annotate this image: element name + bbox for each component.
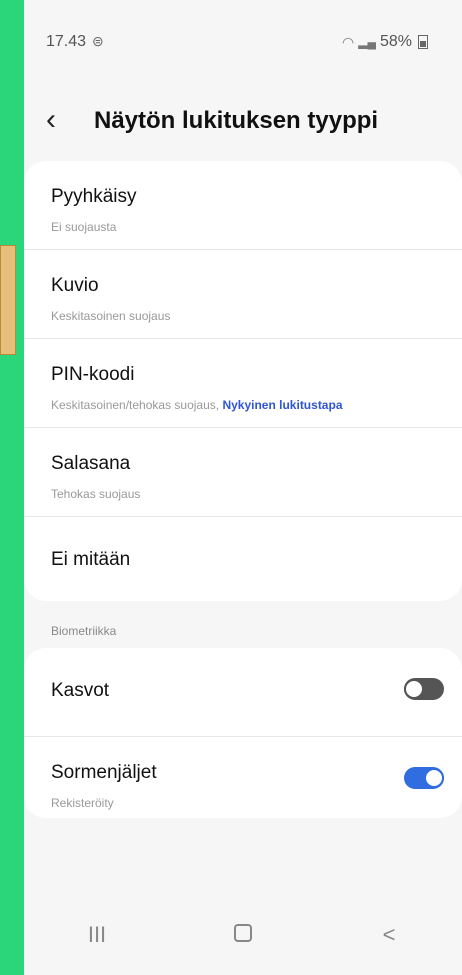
status-right: ◠ ▂▄ 58% — [342, 33, 428, 51]
phone-screen: 17.43 ⊜ ◠ ▂▄ 58% ‹ Näytön lukituksen tyyp… — [24, 0, 462, 975]
face-toggle[interactable] — [404, 678, 444, 700]
wifi-icon: ◠ — [342, 33, 355, 50]
option-swipe[interactable]: Pyyhkäisy Ei suojausta — [24, 161, 462, 250]
option-pin[interactable]: PIN-koodi Keskitasoinen/tehokas suojaus,… — [24, 339, 462, 428]
home-icon — [234, 924, 252, 942]
toggle-knob — [424, 768, 444, 788]
recents-icon: III — [87, 922, 107, 947]
option-label: Salasana — [51, 453, 131, 474]
option-pattern[interactable]: Kuvio Keskitasoinen suojaus — [24, 250, 462, 339]
signal-icon: ▂▄ — [358, 35, 376, 49]
time-text: 17.43 — [46, 33, 87, 50]
fingerprint-toggle[interactable] — [404, 767, 444, 789]
biometric-fingerprint[interactable]: Sormenjäljet Rekisteröity — [24, 737, 462, 818]
back-button[interactable]: ‹ — [46, 105, 56, 135]
toggle-knob — [404, 679, 424, 699]
navigation-bar: III < — [24, 895, 462, 975]
biometrics-list: Kasvot Sormenjäljet Rekisteröity — [24, 648, 462, 818]
biometrics-section-title: Biometriikka — [51, 624, 117, 638]
page-title: Näytön lukituksen tyyppi — [94, 107, 379, 134]
recents-button[interactable]: III — [67, 922, 127, 948]
option-password[interactable]: Salasana Tehokas suojaus — [24, 428, 462, 517]
page-header: ‹ Näytön lukituksen tyyppi — [24, 85, 462, 155]
biometric-sub: Rekisteröity — [51, 796, 114, 810]
option-sub-text: Keskitasoinen/tehokas suojaus, — [51, 398, 220, 412]
status-bar: 17.43 ⊜ ◠ ▂▄ 58% — [24, 0, 462, 85]
biometric-label: Kasvot — [51, 680, 110, 701]
alarm-icon: ⊜ — [92, 33, 104, 49]
biometric-face[interactable]: Kasvot — [24, 648, 462, 737]
option-sub: Keskitasoinen suojaus — [51, 309, 171, 323]
battery-icon — [418, 35, 428, 49]
lock-type-list: Pyyhkäisy Ei suojausta Kuvio Keskitasoin… — [24, 161, 462, 601]
option-label: PIN-koodi — [51, 364, 135, 385]
battery-percent: 58% — [379, 33, 412, 50]
back-icon: < — [382, 922, 396, 947]
biometric-label: Sormenjäljet — [51, 762, 157, 783]
nav-back-button[interactable]: < — [359, 922, 419, 948]
option-label: Kuvio — [51, 275, 99, 296]
chevron-left-icon: ‹ — [46, 103, 56, 136]
home-button[interactable] — [213, 922, 273, 948]
side-marker — [0, 245, 16, 355]
status-time: 17.43 ⊜ — [46, 33, 104, 51]
option-sub: Keskitasoinen/tehokas suojaus, Nykyinen … — [51, 398, 343, 412]
option-sub: Tehokas suojaus — [51, 487, 141, 501]
option-label: Ei mitään — [51, 549, 131, 570]
option-label: Pyyhkäisy — [51, 186, 137, 207]
current-lock-method: Nykyinen lukitustapa — [222, 398, 343, 412]
option-sub: Ei suojausta — [51, 220, 117, 234]
option-none[interactable]: Ei mitään — [24, 517, 462, 601]
